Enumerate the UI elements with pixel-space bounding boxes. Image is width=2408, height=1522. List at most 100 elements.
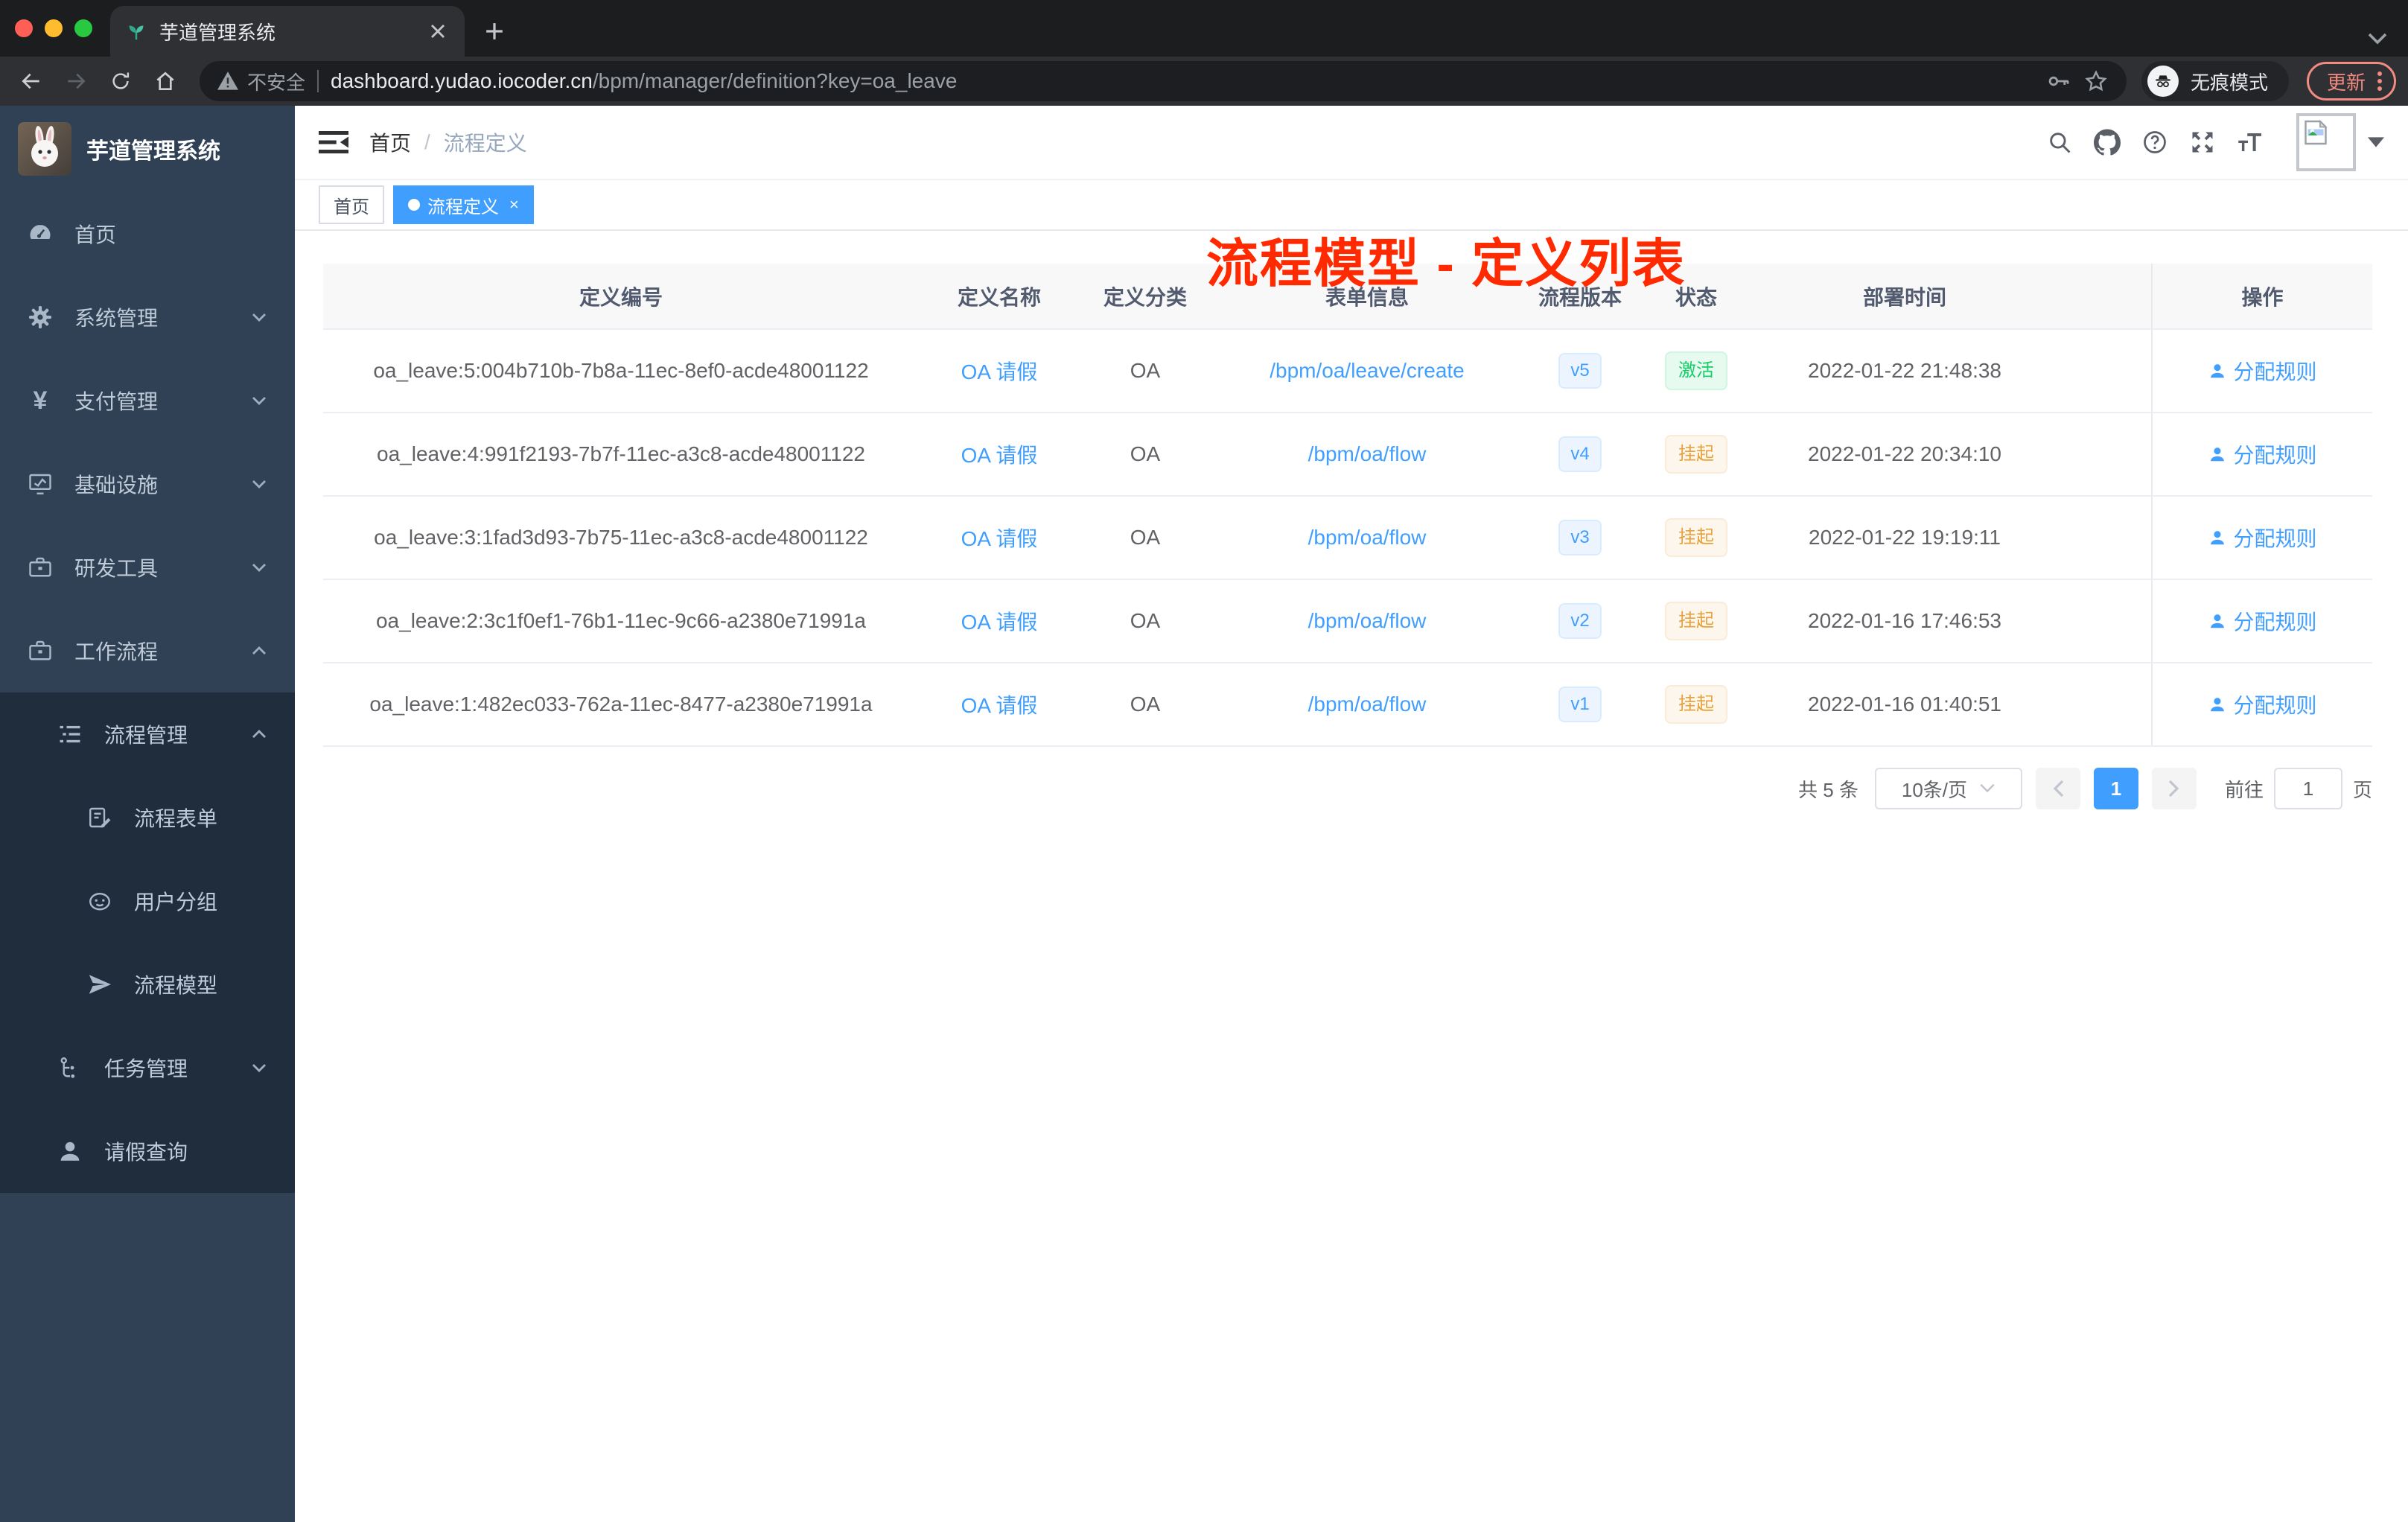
chevron-left-icon xyxy=(2053,780,2064,797)
zoom-window-button[interactable] xyxy=(74,19,92,37)
url-host: dashboard.yudao.iocoder.cn xyxy=(331,69,593,92)
sidebar-item-leave-query[interactable]: 请假查询 xyxy=(0,1109,295,1193)
sidebar-item-process-model[interactable]: 流程模型 xyxy=(0,943,295,1026)
goto-page-input[interactable] xyxy=(2273,768,2342,809)
sidebar-item-label: 工作流程 xyxy=(74,640,159,663)
home-icon[interactable] xyxy=(146,62,185,101)
help-icon[interactable] xyxy=(2141,129,2168,156)
chevron-down-icon xyxy=(250,558,268,576)
tab-close-icon[interactable] xyxy=(426,19,450,43)
search-icon[interactable] xyxy=(2046,129,2073,156)
active-dot-icon xyxy=(408,199,420,211)
caret-down-icon[interactable] xyxy=(2368,137,2384,147)
bookmark-star-icon[interactable] xyxy=(2083,69,2109,94)
cell-deploy-time: 2022-01-22 19:19:11 xyxy=(1756,496,2054,580)
definition-name-link[interactable]: OA 请假 xyxy=(961,444,1038,467)
form-link[interactable]: /bpm/oa/flow xyxy=(1308,692,1427,716)
chevron-down-icon xyxy=(250,392,268,410)
sidebar-item-system[interactable]: 系统管理 xyxy=(0,276,295,359)
form-link[interactable]: /bpm/oa/flow xyxy=(1308,609,1427,632)
forward-icon[interactable] xyxy=(57,62,95,101)
user-icon xyxy=(2211,531,2225,545)
next-page-button[interactable] xyxy=(2151,768,2197,809)
status-badge: 挂起 xyxy=(1665,602,1727,640)
chevron-down-icon xyxy=(250,475,268,493)
assign-rule-button[interactable]: 分配规则 xyxy=(2208,439,2317,469)
table-row: oa_leave:3:1fad3d93-7b75-11ec-a3c8-acde4… xyxy=(323,496,2372,580)
form-link[interactable]: /bpm/oa/leave/create xyxy=(1270,359,1465,382)
incognito-indicator[interactable]: 无痕模式 xyxy=(2141,61,2289,101)
fullscreen-icon[interactable] xyxy=(2189,129,2216,156)
tag-home[interactable]: 首页 xyxy=(319,185,384,224)
security-status[interactable]: 不安全 xyxy=(217,68,305,95)
red-annotation-text: 流程模型 - 定义列表 xyxy=(1206,235,1686,293)
chevron-right-icon xyxy=(2168,780,2179,797)
cell-deploy-time: 2022-01-22 20:34:10 xyxy=(1756,413,2054,497)
sidebar-item-dev-tools[interactable]: 研发工具 xyxy=(0,526,295,609)
definition-name-link[interactable]: OA 请假 xyxy=(961,694,1038,717)
password-key-icon[interactable] xyxy=(2046,69,2071,94)
cell-definition-id: oa_leave:2:3c1f0ef1-76b1-11ec-9c66-a2380… xyxy=(323,579,919,663)
sidebar-item-task-management[interactable]: 任务管理 xyxy=(0,1026,295,1109)
sidebar-item-user-group[interactable]: 用户分组 xyxy=(0,859,295,943)
version-badge: v3 xyxy=(1558,520,1602,555)
definition-name-link[interactable]: OA 请假 xyxy=(961,360,1038,383)
sidebar-item-workflow[interactable]: 工作流程 xyxy=(0,609,295,692)
sidebar-item-process-management[interactable]: 流程管理 xyxy=(0,692,295,776)
security-label: 不安全 xyxy=(247,71,306,94)
window-controls[interactable] xyxy=(0,0,110,57)
gear-icon xyxy=(27,304,54,331)
tag-process-definition[interactable]: 流程定义 × xyxy=(393,185,534,224)
monitor-icon xyxy=(27,471,54,497)
minimize-window-button[interactable] xyxy=(45,19,63,37)
tag-close-icon[interactable]: × xyxy=(509,195,519,214)
tab-search-chevron-icon[interactable] xyxy=(2368,33,2387,45)
browser-tab[interactable]: 芋道管理系统 xyxy=(110,6,465,57)
definition-name-link[interactable]: OA 请假 xyxy=(961,527,1038,550)
page-unit-label: 页 xyxy=(2352,778,2372,801)
user-avatar-broken-image[interactable] xyxy=(2296,113,2356,171)
breadcrumb-home[interactable]: 首页 xyxy=(369,127,411,157)
version-badge: v5 xyxy=(1558,353,1602,389)
sidebar-item-label: 研发工具 xyxy=(74,557,159,580)
definition-name-link[interactable]: OA 请假 xyxy=(961,611,1038,634)
assign-rule-button[interactable]: 分配规则 xyxy=(2208,606,2317,636)
user-group-icon xyxy=(86,888,113,914)
update-label: 更新 xyxy=(2326,71,2366,94)
address-bar[interactable]: 不安全 dashboard.yudao.iocoder.cn/bpm/manag… xyxy=(200,61,2127,101)
status-badge: 挂起 xyxy=(1665,518,1727,557)
browser-update-button[interactable]: 更新 xyxy=(2306,62,2396,101)
user-icon xyxy=(2211,614,2225,628)
sidebar-item-home[interactable]: 首页 xyxy=(0,192,295,276)
sidebar-item-infrastructure[interactable]: 基础设施 xyxy=(0,442,295,526)
sidebar: 芋道管理系统 首页 系统管理 ¥ 支付管理 基础设施 研发工具 工作流程 流程管… xyxy=(0,106,295,1522)
new-tab-button[interactable] xyxy=(474,10,515,52)
col-header-category: 定义分类 xyxy=(1080,264,1211,330)
github-icon[interactable] xyxy=(2094,129,2121,156)
browser-menu-icon[interactable] xyxy=(2377,71,2382,91)
sidebar-item-label: 流程管理 xyxy=(104,724,188,747)
assign-rule-button[interactable]: 分配规则 xyxy=(2208,356,2317,386)
col-header-name: 定义名称 xyxy=(919,264,1080,330)
assign-rule-button[interactable]: 分配规则 xyxy=(2208,523,2317,553)
paper-plane-icon xyxy=(86,971,113,998)
page-size-select[interactable]: 10条/页 xyxy=(1874,768,2022,809)
close-window-button[interactable] xyxy=(15,19,33,37)
page-number-button[interactable]: 1 xyxy=(2093,768,2138,809)
sidebar-logo-row[interactable]: 芋道管理系统 xyxy=(0,106,295,192)
url-text: dashboard.yudao.iocoder.cn/bpm/manager/d… xyxy=(331,69,2034,93)
warning-triangle-icon xyxy=(217,71,238,91)
reload-icon[interactable] xyxy=(101,62,140,101)
pagination: 共 5 条 10条/页 1 前往 页 xyxy=(323,768,2372,809)
sidebar-item-payment[interactable]: ¥ 支付管理 xyxy=(0,359,295,442)
collapse-sidebar-icon[interactable] xyxy=(319,127,348,157)
form-link[interactable]: /bpm/oa/flow xyxy=(1308,442,1427,465)
font-size-icon[interactable] xyxy=(2237,129,2264,156)
assign-rule-button[interactable]: 分配规则 xyxy=(2208,690,2317,719)
version-badge: v4 xyxy=(1558,436,1602,472)
url-divider xyxy=(317,70,319,92)
prev-page-button[interactable] xyxy=(2035,768,2080,809)
form-link[interactable]: /bpm/oa/flow xyxy=(1308,526,1427,549)
sidebar-item-process-form[interactable]: 流程表单 xyxy=(0,776,295,859)
back-icon[interactable] xyxy=(12,62,51,101)
